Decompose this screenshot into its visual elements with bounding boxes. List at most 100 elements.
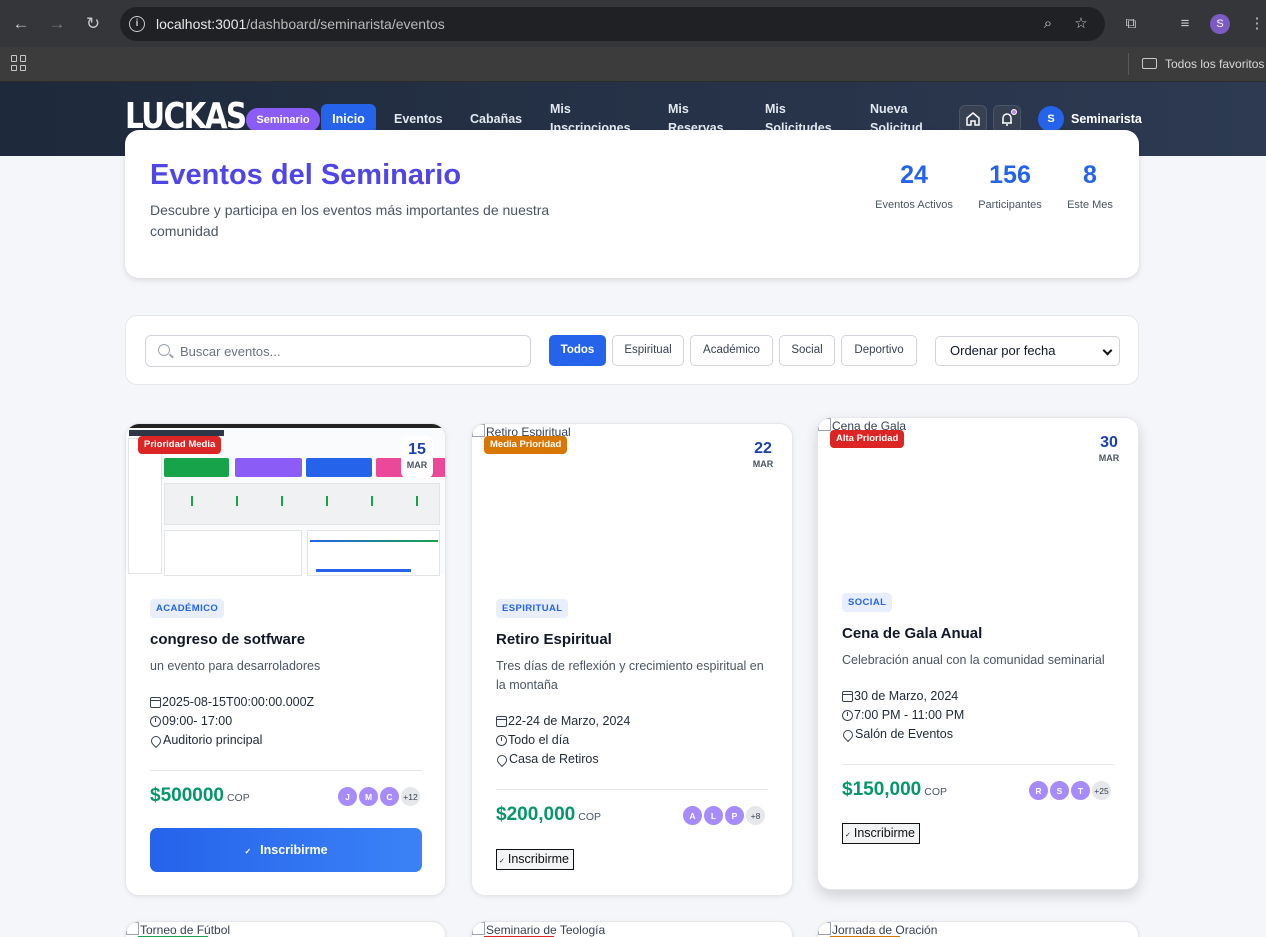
clock-icon	[496, 735, 507, 746]
clock-icon	[842, 710, 853, 721]
user-name[interactable]: Seminarista	[1071, 112, 1142, 126]
filter-deportivo[interactable]: Deportivo	[841, 335, 917, 366]
page-title: Eventos del Seminario	[150, 159, 462, 191]
category-badge: SOCIAL	[842, 593, 893, 612]
broken-image-alt: Seminario de Teología	[472, 922, 605, 937]
bookmark-star-icon[interactable]: ☆	[1071, 14, 1091, 34]
event-card[interactable]: Jornada de Oración	[817, 921, 1139, 937]
event-location: Auditorio principal	[163, 733, 263, 747]
stat-this-month: 8 Este Mes	[1063, 161, 1117, 211]
stat-active-events: 24 Eventos Activos	[870, 161, 958, 211]
check-icon: ✓	[499, 858, 505, 865]
category-badge: ESPIRITUAL	[496, 599, 569, 618]
stat-value: 8	[1083, 161, 1097, 189]
event-date: 30 de Marzo, 2024	[854, 689, 959, 703]
nav-cabanas[interactable]: Cabañas	[470, 110, 522, 129]
attendee-avatar: S	[1049, 780, 1070, 801]
url-text[interactable]: localhost:3001/dashboard/seminarista/eve…	[156, 16, 445, 32]
date-badge: 15 MAR	[401, 436, 433, 478]
divider	[150, 770, 422, 771]
event-image: Cena de Gala Alta Prioridad 30 MAR	[818, 418, 1138, 568]
event-time: Todo el día	[508, 733, 570, 747]
category-badge: ACADÉMICO	[150, 599, 225, 618]
mini-card-green	[164, 458, 229, 477]
date-badge: 22 MAR	[747, 435, 779, 477]
event-card[interactable]: Seminario de Teología	[471, 921, 793, 937]
back-icon[interactable]: ←	[9, 12, 33, 36]
event-description: Tres días de reflexión y crecimiento esp…	[496, 659, 764, 692]
mini-tick	[416, 496, 418, 506]
home-button[interactable]	[959, 105, 987, 133]
stat-label: Eventos Activos	[875, 199, 953, 211]
calendar-icon	[842, 691, 853, 702]
event-card[interactable]: Prioridad Media 15 MAR ACADÉMICO congres…	[125, 423, 446, 896]
date-month: MAR	[1098, 453, 1120, 463]
forward-icon[interactable]: →	[45, 12, 69, 36]
address-bar[interactable]: i localhost:3001/dashboard/seminarista/e…	[120, 7, 1105, 41]
mini-card-purple	[235, 458, 302, 477]
sort-select[interactable]: Ordenar por fecha	[935, 336, 1120, 366]
filter-espiritual[interactable]: Espiritual	[612, 335, 684, 366]
reload-icon[interactable]: ↻	[81, 12, 105, 36]
role-badge: Seminario	[246, 108, 320, 132]
search-box[interactable]	[145, 335, 531, 367]
nav-eventos[interactable]: Eventos	[394, 110, 443, 129]
attendee-avatar: T	[1070, 780, 1091, 801]
user-avatar[interactable]: S	[1038, 106, 1064, 132]
mini-tick	[281, 496, 283, 506]
date-month: MAR	[752, 459, 774, 469]
stat-label: Este Mes	[1067, 199, 1113, 211]
broken-image-alt: Jornada de Oración	[818, 922, 937, 937]
event-meta: 22-24 de Marzo, 2024 Todo el día Casa de…	[494, 712, 630, 769]
register-button[interactable]: ✓ Inscribirme	[842, 823, 920, 844]
event-image: Prioridad Media 15 MAR	[126, 424, 445, 576]
location-pin-icon	[840, 727, 856, 742]
notifications-button[interactable]	[993, 105, 1021, 133]
filter-social[interactable]: Social	[779, 335, 835, 366]
browser-profile-avatar[interactable]: S	[1210, 14, 1230, 34]
register-button[interactable]: ✓ Inscribirme	[150, 828, 422, 872]
attendee-more-count: +8	[745, 805, 766, 826]
attendee-avatar: J	[337, 786, 358, 807]
all-bookmarks-folder[interactable]: Todos los favoritos	[1128, 53, 1264, 75]
event-card[interactable]: Retiro Espiritual Media Prioridad 22 MAR…	[471, 423, 793, 896]
event-image: Retiro Espiritual Media Prioridad 22 MAR	[472, 424, 792, 574]
media-queue-icon[interactable]: ≡	[1175, 14, 1195, 34]
bookmarks-bar: Todos los favoritos	[0, 47, 1266, 82]
mini-tick	[371, 496, 373, 506]
notification-dot	[1011, 109, 1017, 115]
chevron-down-icon	[1102, 345, 1113, 356]
stat-value: 24	[900, 161, 928, 189]
event-title: Cena de Gala Anual	[842, 625, 983, 642]
attendee-avatar: L	[703, 805, 724, 826]
event-location: Casa de Retiros	[509, 752, 599, 766]
search-icon	[158, 344, 170, 356]
filter-academico[interactable]: Académico	[690, 335, 773, 366]
register-button[interactable]: ✓ Inscribirme	[496, 849, 574, 870]
extensions-icon[interactable]: ⧉	[1121, 14, 1141, 34]
mini-tick	[191, 496, 193, 506]
date-month: MAR	[406, 460, 428, 470]
hero-card: Eventos del Seminario Descubre y partici…	[125, 130, 1139, 278]
site-info-icon[interactable]: i	[129, 16, 145, 32]
event-date: 2025-08-15T00:00:00.000Z	[162, 695, 315, 709]
check-icon: ✓	[244, 847, 252, 856]
event-card[interactable]: Cena de Gala Alta Prioridad 30 MAR SOCIA…	[817, 417, 1139, 890]
apps-grid-icon[interactable]	[11, 55, 27, 71]
date-day: 30	[1100, 434, 1118, 451]
mini-chart-panel	[164, 483, 440, 525]
event-description: un evento para desarroladores	[150, 659, 321, 673]
attendee-avatar: P	[724, 805, 745, 826]
search-input[interactable]	[180, 342, 520, 361]
calendar-icon	[150, 697, 161, 708]
date-day: 22	[754, 440, 772, 457]
zoom-icon[interactable]: ⌕	[1038, 14, 1058, 34]
event-card[interactable]: Torneo de Fútbol	[125, 921, 446, 937]
browser-menu-icon[interactable]: ⋮	[1247, 14, 1266, 34]
event-time: 7:00 PM - 11:00 PM	[854, 708, 965, 722]
stat-value: 156	[989, 161, 1031, 189]
browser-toolbar: ← → ↻ i localhost:3001/dashboard/seminar…	[0, 0, 1266, 47]
mini-list-panel	[164, 530, 302, 576]
clock-icon	[150, 716, 161, 727]
filter-todos[interactable]: Todos	[549, 335, 606, 366]
